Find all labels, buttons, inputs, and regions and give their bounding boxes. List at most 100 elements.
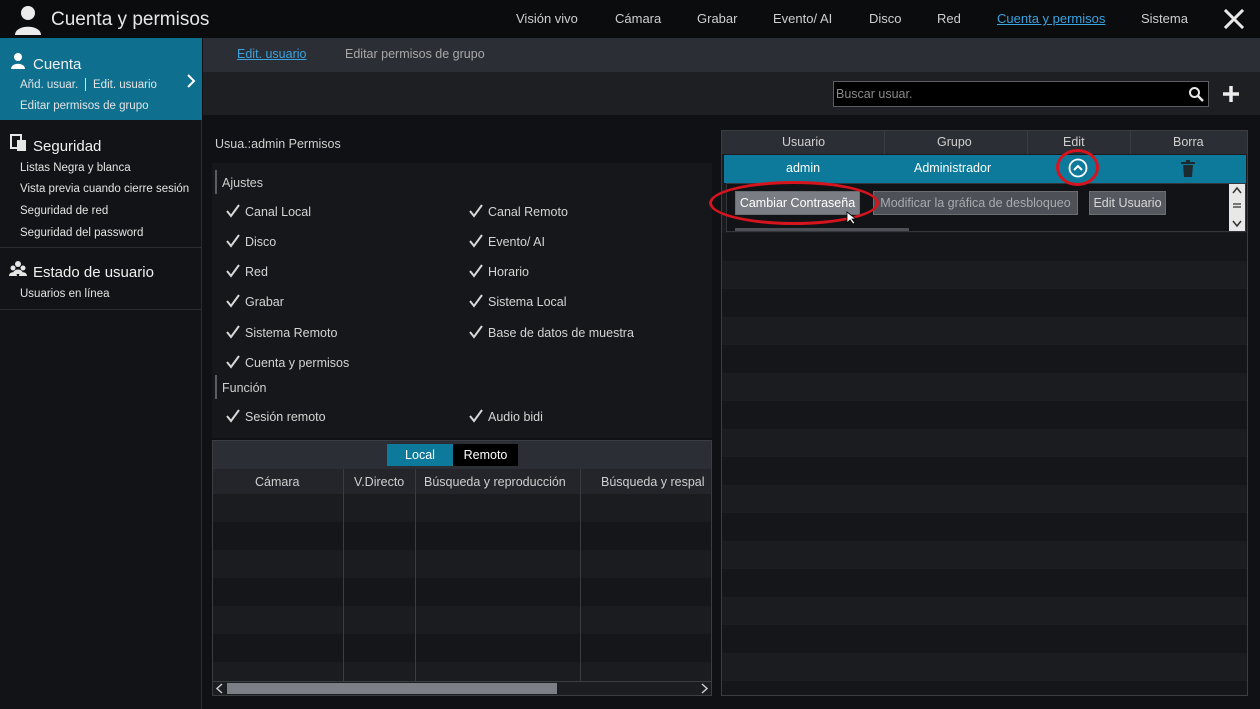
scrollbar-thumb[interactable] [227, 683, 557, 694]
tab-local[interactable]: Local [387, 444, 453, 466]
perm-cuenta-permisos: Cuenta y permisos [245, 356, 350, 370]
table-row [722, 625, 1247, 653]
divider [0, 309, 202, 310]
perm-disco: Disco [245, 235, 277, 249]
sidebar-item-network-security[interactable]: Seguridad de red [20, 205, 108, 217]
tab-remoto[interactable]: Remoto [453, 444, 518, 466]
check-icon[interactable] [226, 355, 240, 369]
annotation-circle [1056, 149, 1099, 186]
users-icon [9, 261, 27, 276]
chevron-down-icon[interactable] [1232, 220, 1242, 228]
check-icon[interactable] [469, 234, 483, 248]
group-bar [215, 170, 217, 194]
chevron-up-icon[interactable] [1232, 186, 1242, 194]
perm-evento-ai: Evento/ AI [488, 235, 545, 249]
top-bar: Cuenta y permisos Visión vivo Cámara Gra… [0, 0, 1260, 38]
table-row [722, 429, 1247, 457]
check-icon[interactable] [226, 234, 240, 248]
table-row [213, 550, 711, 578]
cell-grupo: Administrador [914, 161, 992, 175]
check-icon[interactable] [226, 409, 240, 423]
nav-evento-ai[interactable]: Evento/ AI [773, 11, 832, 26]
chevron-left-icon[interactable] [215, 683, 225, 694]
check-icon[interactable] [226, 264, 240, 278]
column-header: Búsqueda y respal [601, 475, 705, 489]
sidebar-section-cuenta[interactable]: Cuenta Añd. usuar. Edit. usuario Editar … [0, 38, 202, 120]
table-row-admin[interactable]: admin Administrador [724, 155, 1246, 183]
nav-vision-vivo[interactable]: Visión vivo [516, 11, 578, 26]
table-row [722, 345, 1247, 373]
column-divider [415, 469, 416, 681]
column-divider [884, 131, 885, 154]
check-icon[interactable] [469, 325, 483, 339]
table-row [722, 653, 1247, 681]
column-header-grupo: Grupo [937, 135, 972, 149]
table-row [722, 569, 1247, 597]
column-divider [1027, 131, 1028, 154]
table-row [722, 401, 1247, 429]
sidebar-item-add-user[interactable]: Añd. usuar. [20, 79, 78, 91]
check-icon[interactable] [469, 204, 483, 218]
nav-sistema[interactable]: Sistema [1141, 11, 1188, 26]
sidebar-item-group-permissions[interactable]: Editar permisos de grupo [20, 100, 148, 112]
check-icon[interactable] [469, 294, 483, 308]
divider [0, 247, 202, 248]
sidebar-title-cuenta: Cuenta [33, 56, 82, 73]
table-row [722, 541, 1247, 569]
user-table-header: Usuario Grupo Edit Borra [722, 131, 1247, 154]
trash-icon[interactable] [1180, 160, 1196, 177]
search-input[interactable] [836, 84, 1176, 104]
subtab-bar: Edit. usuario Editar permisos de grupo [203, 38, 1260, 72]
column-header: Cámara [255, 475, 300, 489]
table-row [213, 494, 711, 522]
nav-cuenta-permisos[interactable]: Cuenta y permisos [997, 11, 1105, 26]
sidebar-item-blacklist[interactable]: Listas Negra y blanca [20, 162, 131, 174]
search-icon[interactable] [1188, 86, 1204, 102]
edit-user-button[interactable]: Edit Usuario [1089, 191, 1166, 215]
nav-red[interactable]: Red [937, 11, 961, 26]
horizontal-scrollbar[interactable] [213, 681, 711, 695]
check-icon[interactable] [469, 264, 483, 278]
table-row [722, 597, 1247, 625]
nav-grabar[interactable]: Grabar [697, 11, 737, 26]
check-icon[interactable] [226, 204, 240, 218]
table-row [722, 289, 1247, 317]
check-icon[interactable] [226, 294, 240, 308]
table-row [213, 522, 711, 550]
nav-disco[interactable]: Disco [869, 11, 902, 26]
table-row [722, 457, 1247, 485]
tab-edit-usuario[interactable]: Edit. usuario [237, 47, 306, 61]
check-icon[interactable] [469, 409, 483, 423]
modify-unlock-pattern-button[interactable]: Modificar la gráfica de desbloqueo [873, 191, 1078, 215]
column-header: Búsqueda y reproducción [424, 475, 566, 489]
sidebar-item-edit-user[interactable]: Edit. usuario [93, 79, 157, 91]
column-divider [1130, 131, 1131, 154]
table-row [722, 233, 1247, 261]
table-row [722, 373, 1247, 401]
sidebar-item-preview-logout[interactable]: Vista previa cuando cierre sesión [20, 183, 189, 195]
search-box [833, 81, 1209, 107]
sidebar-title-seguridad: Seguridad [33, 138, 102, 155]
sidebar-item-online-users[interactable]: Usuarios en línea [20, 288, 110, 300]
table-row [722, 261, 1247, 289]
sidebar-item-password-security[interactable]: Seguridad del password [20, 227, 143, 239]
tab-editar-permisos-grupo[interactable]: Editar permisos de grupo [345, 47, 485, 61]
column-header-edit: Edit [1063, 135, 1085, 149]
vertical-scrollbar[interactable] [1229, 184, 1245, 231]
group-bar [215, 375, 217, 399]
chevron-right-icon[interactable] [699, 683, 709, 694]
perm-base-datos-muestra: Base de datos de muestra [488, 326, 634, 340]
check-icon[interactable] [226, 325, 240, 339]
table-row [722, 485, 1247, 513]
add-icon[interactable] [1221, 84, 1241, 104]
shield-icon [10, 134, 26, 151]
table-row [213, 578, 711, 606]
permissions-header: Usua.:admin Permisos [215, 137, 341, 151]
menu-icon[interactable] [1232, 202, 1242, 210]
perm-sistema-remoto: Sistema Remoto [245, 326, 338, 340]
close-icon[interactable] [1224, 9, 1244, 29]
column-header: V.Directo [354, 475, 405, 489]
nav-camara[interactable]: Cámara [615, 11, 661, 26]
cursor-icon [846, 211, 858, 225]
column-divider [580, 469, 581, 681]
